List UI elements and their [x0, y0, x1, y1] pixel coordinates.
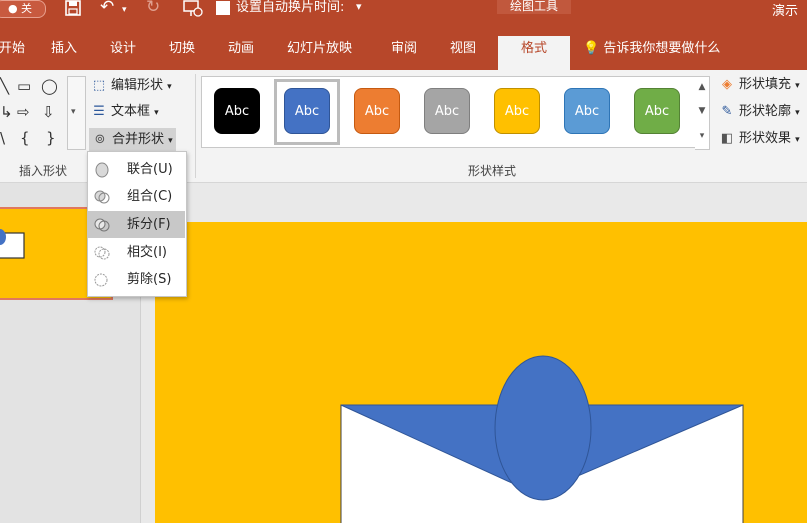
autosave-toggle[interactable]: ● 关 — [0, 0, 46, 18]
menu-item-union[interactable]: 联合(U) — [88, 156, 185, 183]
combine-icon — [94, 188, 110, 204]
edit-shape-icon: ⬚ — [92, 78, 106, 93]
autosave-label: 关 — [21, 2, 33, 15]
tab-animations[interactable]: 动画 — [228, 36, 254, 70]
present-from-start-icon[interactable] — [183, 0, 203, 22]
fragment-icon — [94, 216, 110, 232]
gallery-down-icon[interactable]: ▼ — [696, 102, 708, 120]
shape-fill-label: 形状填充 — [739, 77, 792, 92]
pen-icon: ✎ — [721, 104, 733, 119]
arc-shape-icon[interactable]: \ — [0, 129, 5, 147]
style-swatch-orange[interactable]: Abc — [354, 88, 400, 134]
style-swatch-gray[interactable]: Abc — [424, 88, 470, 134]
menu-item-combine[interactable]: 组合(C) — [88, 183, 185, 210]
merge-shapes-label: 合并形状 — [112, 132, 165, 147]
shape-effects-label: 形状效果 — [739, 131, 792, 146]
left-brace-shape-icon[interactable]: { — [20, 129, 30, 147]
text-box-button[interactable]: ☰ 文本框 ▾ — [91, 103, 159, 122]
tab-design[interactable]: 设计 — [110, 36, 136, 70]
text-box-label: 文本框 — [111, 104, 151, 119]
insert-shapes-group-label: 插入形状 — [19, 164, 68, 178]
swatch-text: Abc — [364, 104, 390, 119]
style-swatch-green[interactable]: Abc — [634, 88, 680, 134]
shape-outline-button[interactable]: ✎ 形状轮廓 ▾ — [719, 103, 800, 122]
union-icon — [94, 161, 110, 178]
undo-dropdown-icon[interactable]: ▾ — [122, 2, 127, 19]
style-swatch-light-blue[interactable]: Abc — [564, 88, 610, 134]
group-divider — [195, 74, 196, 178]
gallery-expand-icon[interactable]: ▾ — [696, 127, 708, 145]
tell-me-text: 告诉我你想要做什么 — [603, 41, 721, 56]
menu-item-fragment[interactable]: 拆分(F) — [88, 211, 185, 238]
shape-outline-label: 形状轮廓 — [739, 104, 792, 119]
swatch-text: Abc — [294, 104, 320, 119]
contextual-tab-header: 绘图工具 — [497, 0, 571, 14]
menu-item-intersect[interactable]: 相交(I) — [88, 239, 185, 266]
merge-shapes-icon: ⊚ — [94, 132, 106, 147]
save-icon[interactable] — [65, 0, 81, 20]
merge-shapes-button[interactable]: ⊚ 合并形状 ▾ — [89, 128, 176, 152]
style-swatch-gold[interactable]: Abc — [494, 88, 540, 134]
tab-view[interactable]: 视图 — [450, 36, 476, 70]
menu-item-label: 组合(C) — [127, 189, 173, 204]
right-brace-shape-icon[interactable]: } — [46, 129, 56, 147]
menu-item-label: 相交(I) — [127, 245, 167, 260]
intersect-icon — [94, 244, 110, 260]
undo-icon[interactable]: ↶ — [100, 0, 114, 16]
menu-item-subtract[interactable]: 剪除(S) — [88, 266, 185, 293]
paint-bucket-icon: ◈ — [722, 77, 732, 92]
tab-format[interactable]: 格式 — [498, 36, 570, 70]
swatch-text: Abc — [504, 104, 530, 119]
swatch-text: Abc — [434, 104, 460, 119]
tab-transitions[interactable]: 切换 — [169, 36, 195, 70]
text-box-icon: ☰ — [93, 104, 105, 119]
slide-canvas[interactable] — [155, 222, 807, 523]
canvas-margin — [154, 183, 807, 222]
tab-slideshow[interactable]: 幻灯片放映 — [287, 36, 352, 70]
style-swatch-blue[interactable]: Abc — [284, 88, 330, 134]
slide-shapes — [340, 355, 744, 523]
lightbulb-icon: 💡 — [583, 41, 600, 56]
swatch-text: Abc — [574, 104, 600, 119]
line-shape-icon[interactable]: ╲ — [0, 77, 9, 95]
redo-icon[interactable]: ↻ — [146, 0, 160, 16]
shapes-gallery-scroll[interactable] — [67, 76, 86, 150]
effects-icon: ◧ — [720, 131, 734, 146]
down-arrow-shape-icon[interactable]: ⇩ — [42, 103, 55, 121]
edit-shape-button[interactable]: ⬚ 编辑形状 ▾ — [91, 77, 172, 96]
rectangle-shape-icon[interactable]: ▭ — [17, 77, 31, 95]
oval-shape-icon[interactable]: ◯ — [41, 77, 58, 95]
tab-review[interactable]: 审阅 — [391, 36, 417, 70]
app-title: 演示 — [772, 4, 799, 19]
elbow-connector-shape-icon[interactable]: ↳ — [0, 103, 13, 121]
gallery-more-icon[interactable]: ▾ — [71, 107, 76, 117]
shape-styles-group-label: 形状样式 — [468, 164, 517, 178]
shape-effects-button[interactable]: ◧ 形状效果 ▾ — [719, 130, 800, 149]
menu-item-label: 联合(U) — [127, 162, 173, 177]
auto-slide-checkbox[interactable] — [216, 1, 230, 15]
gallery-up-icon[interactable]: ▲ — [696, 78, 708, 96]
menu-item-label: 拆分(F) — [127, 217, 171, 232]
menu-item-label: 剪除(S) — [127, 272, 172, 287]
subtract-icon — [94, 271, 110, 287]
oval-shape — [494, 355, 592, 501]
tab-insert[interactable]: 插入 — [51, 36, 77, 70]
tab-home[interactable]: 开始 — [0, 36, 25, 70]
right-arrow-shape-icon[interactable]: ⇨ — [17, 103, 30, 121]
qat-customize-icon[interactable]: ▾ — [356, 0, 362, 13]
edit-shape-label: 编辑形状 — [111, 78, 164, 93]
swatch-text: Abc — [224, 104, 250, 119]
swatch-text: Abc — [644, 104, 670, 119]
shape-fill-button[interactable]: ◈ 形状填充 ▾ — [719, 76, 800, 95]
style-swatch-black[interactable]: Abc — [214, 88, 260, 134]
auto-slide-label: 设置自动换片时间: — [236, 0, 345, 15]
tell-me-box[interactable]: 💡 告诉我你想要做什么 — [583, 36, 720, 62]
